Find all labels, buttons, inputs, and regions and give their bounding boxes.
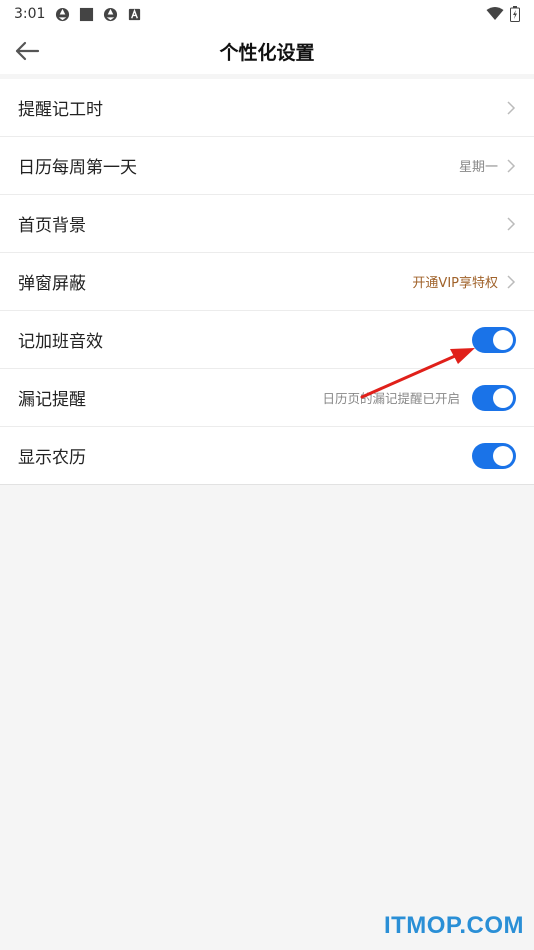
status-right — [486, 6, 520, 22]
back-button[interactable] — [14, 37, 44, 65]
overtime-sound-toggle[interactable] — [472, 326, 516, 353]
setting-label: 日历每周第一天 — [18, 158, 137, 178]
setting-right: 星期一 — [459, 156, 516, 175]
setting-popup-block[interactable]: 弹窗屏蔽 开通VIP享特权 — [0, 253, 534, 311]
status-bar: 3:01 — [0, 0, 534, 28]
toggle-knob — [493, 445, 513, 466]
setting-right — [472, 326, 516, 353]
setting-reminder-work-hours[interactable]: 提醒记工时 — [0, 79, 534, 137]
setting-home-background[interactable]: 首页背景 — [0, 195, 534, 253]
wifi-icon — [486, 7, 504, 20]
setting-value: 星期一 — [458, 160, 498, 175]
setting-right: 日历页的漏记提醒已开启 — [322, 384, 516, 411]
lunar-calendar-toggle[interactable] — [472, 442, 516, 469]
setting-show-lunar-calendar: 显示农历 — [0, 427, 534, 485]
page-title: 个性化设置 — [219, 41, 315, 64]
setting-label: 记加班音效 — [18, 332, 103, 352]
setting-label: 首页背景 — [18, 216, 86, 236]
square-icon — [80, 7, 94, 21]
missed-entry-reminder-toggle[interactable] — [472, 384, 516, 411]
header: 个性化设置 — [0, 28, 534, 74]
setting-label: 漏记提醒 — [18, 390, 86, 410]
aperture-icon — [104, 7, 118, 21]
setting-missed-entry-reminder: 漏记提醒 日历页的漏记提醒已开启 — [0, 369, 534, 427]
a-badge-icon — [129, 8, 141, 20]
toggle-knob — [493, 329, 513, 350]
setting-right — [472, 442, 516, 469]
watermark-logo: ITMOP.COM — [383, 912, 524, 939]
chevron-right-icon — [507, 216, 516, 231]
setting-label: 弹窗屏蔽 — [18, 274, 86, 294]
status-time: 3:01 — [14, 6, 46, 22]
setting-right — [506, 100, 516, 115]
arrow-left-icon — [15, 41, 40, 61]
setting-right — [506, 216, 516, 231]
chevron-right-icon — [507, 274, 516, 289]
battery-charging-icon — [510, 6, 520, 22]
settings-list: 提醒记工时 日历每周第一天 星期一 首页背景 弹窗屏蔽 开通VIP享特权 记加班… — [0, 79, 534, 485]
chevron-right-icon — [507, 158, 516, 173]
vip-promo-text: 开通VIP享特权 — [412, 276, 498, 291]
setting-label: 显示农历 — [18, 448, 86, 468]
setting-right: 开通VIP享特权 — [412, 272, 516, 291]
setting-label: 提醒记工时 — [18, 100, 103, 120]
chevron-right-icon — [507, 100, 516, 115]
aperture-icon — [56, 7, 70, 21]
toggle-knob — [493, 387, 513, 408]
setting-first-day-of-week[interactable]: 日历每周第一天 星期一 — [0, 137, 534, 195]
setting-overtime-sound: 记加班音效 — [0, 311, 534, 369]
setting-hint: 日历页的漏记提醒已开启 — [322, 391, 460, 406]
